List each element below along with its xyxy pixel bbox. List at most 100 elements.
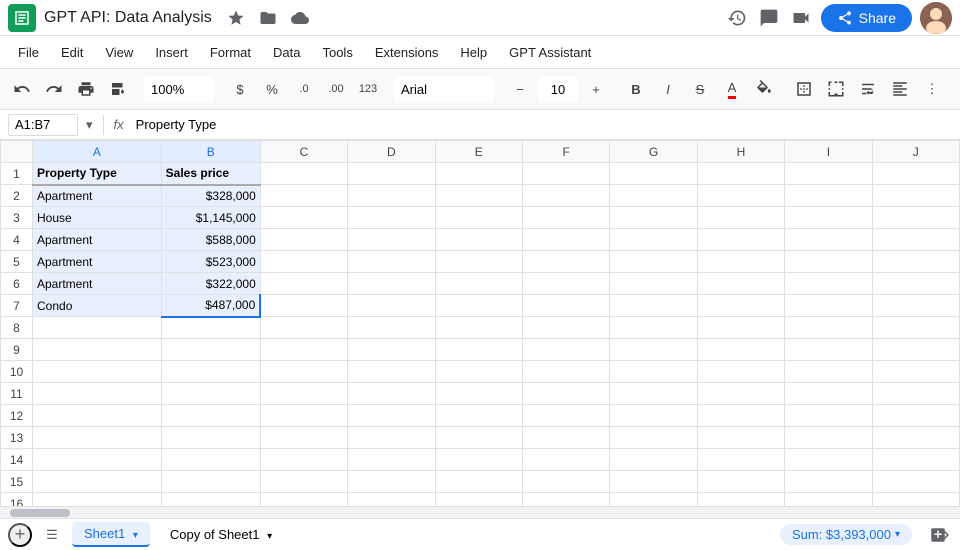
cell-empty[interactable]: [348, 405, 435, 427]
cell-empty[interactable]: [785, 273, 872, 295]
row-header-14[interactable]: 14: [1, 449, 33, 471]
cell-empty[interactable]: [785, 317, 872, 339]
collapse-button[interactable]: ∧: [954, 75, 960, 103]
menu-tools[interactable]: Tools: [312, 41, 362, 64]
cell-empty[interactable]: [33, 493, 162, 507]
cell-empty[interactable]: [872, 339, 959, 361]
italic-button[interactable]: I: [654, 75, 682, 103]
cell-empty[interactable]: [872, 229, 959, 251]
cell-empty[interactable]: [260, 339, 347, 361]
row-header-16[interactable]: 16: [1, 493, 33, 507]
cell-empty[interactable]: [610, 273, 697, 295]
cell-empty[interactable]: [785, 361, 872, 383]
cell-empty[interactable]: [872, 317, 959, 339]
cell-empty[interactable]: [697, 229, 784, 251]
cell-empty[interactable]: [785, 207, 872, 229]
star-icon[interactable]: [224, 6, 248, 30]
cell-empty[interactable]: [697, 207, 784, 229]
menu-view[interactable]: View: [95, 41, 143, 64]
cell-empty[interactable]: [435, 339, 522, 361]
sheet-tab-sheet1[interactable]: Sheet1 ▾: [72, 522, 150, 547]
row-header-10[interactable]: 10: [1, 361, 33, 383]
cell-empty[interactable]: [435, 229, 522, 251]
cell-empty[interactable]: [610, 383, 697, 405]
cell-empty[interactable]: [33, 361, 162, 383]
cell-empty[interactable]: [785, 339, 872, 361]
col-header-E[interactable]: E: [435, 141, 522, 163]
cell-empty[interactable]: [610, 405, 697, 427]
add-sheet-button[interactable]: +: [8, 523, 32, 547]
cell-empty[interactable]: [522, 229, 609, 251]
cell-empty[interactable]: [522, 427, 609, 449]
row-header-2[interactable]: 2: [1, 185, 33, 207]
cell-empty[interactable]: [435, 405, 522, 427]
cell-empty[interactable]: [260, 229, 347, 251]
cell-empty[interactable]: [435, 493, 522, 507]
cell-empty[interactable]: [348, 383, 435, 405]
menu-file[interactable]: File: [8, 41, 49, 64]
cell-empty[interactable]: [161, 449, 260, 471]
cell-empty[interactable]: [785, 251, 872, 273]
cell-empty[interactable]: [697, 339, 784, 361]
cell-empty[interactable]: [260, 251, 347, 273]
cell-empty[interactable]: [872, 295, 959, 317]
cell-empty[interactable]: [610, 251, 697, 273]
cell-2-A[interactable]: Apartment: [33, 185, 162, 207]
cell-empty[interactable]: [260, 493, 347, 507]
row-header-12[interactable]: 12: [1, 405, 33, 427]
cell-empty[interactable]: [260, 361, 347, 383]
cell-empty[interactable]: [33, 405, 162, 427]
col-header-C[interactable]: C: [260, 141, 347, 163]
cell-empty[interactable]: [348, 207, 435, 229]
cell-empty[interactable]: [161, 361, 260, 383]
sheet-tab-dropdown[interactable]: ▾: [133, 530, 138, 541]
cell-empty[interactable]: [697, 361, 784, 383]
cell-empty[interactable]: [435, 251, 522, 273]
cell-empty[interactable]: [260, 449, 347, 471]
cell-empty[interactable]: [348, 273, 435, 295]
cell-5-A[interactable]: Apartment: [33, 251, 162, 273]
cell-empty[interactable]: [697, 163, 784, 185]
history-icon[interactable]: [725, 6, 749, 30]
merge-button[interactable]: [822, 75, 850, 103]
cell-empty[interactable]: [697, 493, 784, 507]
cell-empty[interactable]: [522, 163, 609, 185]
number-format-button[interactable]: 123: [354, 75, 382, 103]
cell-empty[interactable]: [522, 317, 609, 339]
cell-empty[interactable]: [260, 427, 347, 449]
cell-empty[interactable]: [610, 339, 697, 361]
cell-empty[interactable]: [872, 361, 959, 383]
cell-empty[interactable]: [260, 185, 347, 207]
cell-3-A[interactable]: House: [33, 207, 162, 229]
sum-dropdown-icon[interactable]: ▾: [895, 529, 900, 540]
horizontal-scrollbar[interactable]: [0, 506, 960, 518]
align-button[interactable]: [886, 75, 914, 103]
cell-4-A[interactable]: Apartment: [33, 229, 162, 251]
cell-empty[interactable]: [610, 317, 697, 339]
cell-empty[interactable]: [33, 449, 162, 471]
cell-empty[interactable]: [610, 207, 697, 229]
row-header-1[interactable]: 1: [1, 163, 33, 185]
cell-empty[interactable]: [785, 471, 872, 493]
row-header-3[interactable]: 3: [1, 207, 33, 229]
copy-tab-dropdown[interactable]: ▾: [267, 531, 272, 542]
cell-empty[interactable]: [260, 163, 347, 185]
menu-gpt[interactable]: GPT Assistant: [499, 41, 601, 64]
cell-empty[interactable]: [435, 207, 522, 229]
cell-empty[interactable]: [610, 493, 697, 507]
cell-empty[interactable]: [697, 317, 784, 339]
cell-empty[interactable]: [610, 163, 697, 185]
cell-empty[interactable]: [161, 383, 260, 405]
cell-empty[interactable]: [872, 427, 959, 449]
sheet-scroll[interactable]: A B C D E F G H I J 1Property TypeSales …: [0, 140, 960, 506]
cell-empty[interactable]: [435, 383, 522, 405]
sheet-menu-button[interactable]: ☰: [40, 523, 64, 547]
cell-empty[interactable]: [872, 383, 959, 405]
cell-empty[interactable]: [348, 185, 435, 207]
cell-empty[interactable]: [33, 427, 162, 449]
cell-empty[interactable]: [785, 449, 872, 471]
cell-empty[interactable]: [785, 405, 872, 427]
cell-empty[interactable]: [260, 273, 347, 295]
redo-button[interactable]: [40, 75, 68, 103]
cell-empty[interactable]: [697, 273, 784, 295]
